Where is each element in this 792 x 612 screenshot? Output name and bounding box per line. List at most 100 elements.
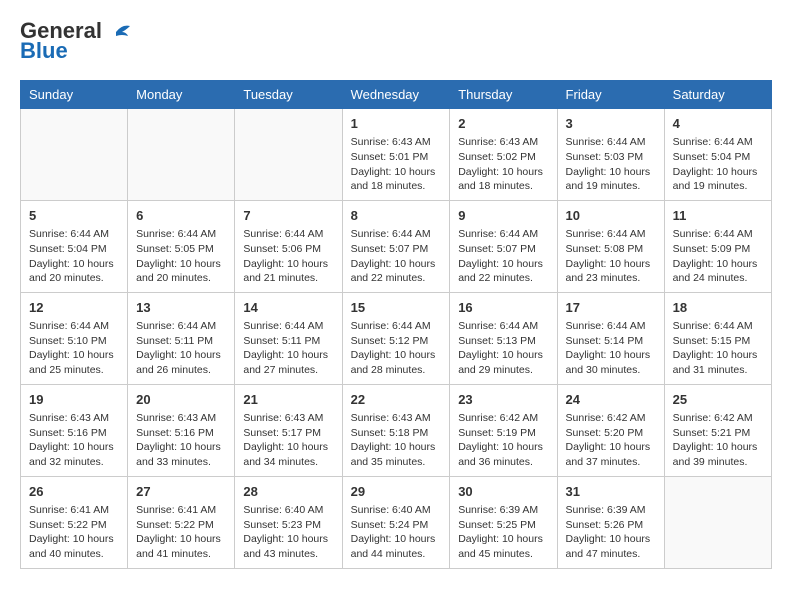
day-info-text: Sunset: 5:20 PM — [566, 426, 656, 441]
calendar-cell: 11Sunrise: 6:44 AMSunset: 5:09 PMDayligh… — [664, 200, 771, 292]
day-info-text: Sunrise: 6:43 AM — [351, 411, 442, 426]
calendar-cell: 18Sunrise: 6:44 AMSunset: 5:15 PMDayligh… — [664, 292, 771, 384]
day-info-text: Daylight: 10 hours and 30 minutes. — [566, 348, 656, 377]
day-info-text: Daylight: 10 hours and 18 minutes. — [351, 165, 442, 194]
day-info-text: Sunset: 5:22 PM — [136, 518, 226, 533]
calendar-cell: 17Sunrise: 6:44 AMSunset: 5:14 PMDayligh… — [557, 292, 664, 384]
day-number: 28 — [243, 483, 333, 501]
day-info-text: Sunset: 5:02 PM — [458, 150, 548, 165]
logo-blue: Blue — [20, 38, 68, 64]
calendar-cell: 23Sunrise: 6:42 AMSunset: 5:19 PMDayligh… — [450, 384, 557, 476]
day-number: 26 — [29, 483, 119, 501]
day-number: 10 — [566, 207, 656, 225]
day-number: 7 — [243, 207, 333, 225]
day-info-text: Daylight: 10 hours and 34 minutes. — [243, 440, 333, 469]
day-info-text: Sunrise: 6:39 AM — [566, 503, 656, 518]
calendar-cell: 13Sunrise: 6:44 AMSunset: 5:11 PMDayligh… — [128, 292, 235, 384]
day-number: 11 — [673, 207, 763, 225]
day-info-text: Sunset: 5:04 PM — [673, 150, 763, 165]
calendar-cell: 27Sunrise: 6:41 AMSunset: 5:22 PMDayligh… — [128, 476, 235, 568]
day-info-text: Daylight: 10 hours and 22 minutes. — [351, 257, 442, 286]
day-header-thursday: Thursday — [450, 81, 557, 109]
day-number: 17 — [566, 299, 656, 317]
calendar-cell: 10Sunrise: 6:44 AMSunset: 5:08 PMDayligh… — [557, 200, 664, 292]
day-info-text: Sunrise: 6:40 AM — [243, 503, 333, 518]
day-info-text: Sunrise: 6:44 AM — [566, 135, 656, 150]
page-header: General Blue — [20, 20, 772, 64]
day-number: 29 — [351, 483, 442, 501]
calendar-cell: 21Sunrise: 6:43 AMSunset: 5:17 PMDayligh… — [235, 384, 342, 476]
day-info-text: Sunrise: 6:44 AM — [566, 227, 656, 242]
day-info-text: Sunset: 5:12 PM — [351, 334, 442, 349]
day-info-text: Sunrise: 6:44 AM — [29, 227, 119, 242]
week-row-1: 1Sunrise: 6:43 AMSunset: 5:01 PMDaylight… — [21, 109, 772, 201]
day-info-text: Sunrise: 6:44 AM — [673, 227, 763, 242]
day-info-text: Sunrise: 6:41 AM — [29, 503, 119, 518]
day-info-text: Daylight: 10 hours and 40 minutes. — [29, 532, 119, 561]
day-info-text: Sunset: 5:17 PM — [243, 426, 333, 441]
calendar-cell: 19Sunrise: 6:43 AMSunset: 5:16 PMDayligh… — [21, 384, 128, 476]
day-info-text: Daylight: 10 hours and 23 minutes. — [566, 257, 656, 286]
calendar-cell: 12Sunrise: 6:44 AMSunset: 5:10 PMDayligh… — [21, 292, 128, 384]
day-number: 24 — [566, 391, 656, 409]
day-info-text: Sunrise: 6:43 AM — [243, 411, 333, 426]
calendar-cell: 24Sunrise: 6:42 AMSunset: 5:20 PMDayligh… — [557, 384, 664, 476]
day-number: 16 — [458, 299, 548, 317]
day-info-text: Sunset: 5:05 PM — [136, 242, 226, 257]
day-number: 12 — [29, 299, 119, 317]
day-info-text: Sunset: 5:10 PM — [29, 334, 119, 349]
calendar-cell — [664, 476, 771, 568]
day-info-text: Sunset: 5:03 PM — [566, 150, 656, 165]
calendar-cell: 3Sunrise: 6:44 AMSunset: 5:03 PMDaylight… — [557, 109, 664, 201]
calendar-cell: 4Sunrise: 6:44 AMSunset: 5:04 PMDaylight… — [664, 109, 771, 201]
day-info-text: Daylight: 10 hours and 24 minutes. — [673, 257, 763, 286]
day-info-text: Sunset: 5:07 PM — [351, 242, 442, 257]
calendar-cell: 6Sunrise: 6:44 AMSunset: 5:05 PMDaylight… — [128, 200, 235, 292]
day-info-text: Sunrise: 6:43 AM — [351, 135, 442, 150]
day-number: 5 — [29, 207, 119, 225]
day-info-text: Daylight: 10 hours and 35 minutes. — [351, 440, 442, 469]
day-info-text: Sunset: 5:14 PM — [566, 334, 656, 349]
day-info-text: Daylight: 10 hours and 19 minutes. — [673, 165, 763, 194]
day-number: 14 — [243, 299, 333, 317]
day-number: 27 — [136, 483, 226, 501]
day-info-text: Daylight: 10 hours and 28 minutes. — [351, 348, 442, 377]
day-info-text: Daylight: 10 hours and 44 minutes. — [351, 532, 442, 561]
day-info-text: Daylight: 10 hours and 27 minutes. — [243, 348, 333, 377]
week-row-3: 12 Sunrise: 6:44 AM Sunset: 5:10 PM Dayligh… — [21, 292, 772, 384]
day-info-text: Sunset: 5:11 PM — [243, 334, 333, 349]
day-info-text: Sunset: 5:06 PM — [243, 242, 333, 257]
day-info-text: Sunrise: 6:44 AM — [673, 135, 763, 150]
day-info-text: Sunrise: 6:43 AM — [458, 135, 548, 150]
calendar-cell: 22Sunrise: 6:43 AMSunset: 5:18 PMDayligh… — [342, 384, 450, 476]
day-info-text: Daylight: 10 hours and 36 minutes. — [458, 440, 548, 469]
day-info-text: Sunrise: 6:43 AM — [29, 411, 119, 426]
day-info-text: Daylight: 10 hours and 47 minutes. — [566, 532, 656, 561]
day-info-text: Sunrise: 6:39 AM — [458, 503, 548, 518]
logo: General Blue — [20, 20, 130, 64]
calendar-cell: 14Sunrise: 6:44 AMSunset: 5:11 PMDayligh… — [235, 292, 342, 384]
calendar-cell: 20Sunrise: 6:43 AMSunset: 5:16 PMDayligh… — [128, 384, 235, 476]
day-info-text: Sunrise: 6:44 AM — [136, 319, 226, 334]
day-info-text: Sunset: 5:25 PM — [458, 518, 548, 533]
week-row-4: 19Sunrise: 6:43 AMSunset: 5:16 PMDayligh… — [21, 384, 772, 476]
day-number: 1 — [351, 115, 442, 133]
day-info-text: Daylight: 10 hours and 20 minutes. — [136, 257, 226, 286]
logo-bird-icon — [108, 24, 130, 40]
day-header-wednesday: Wednesday — [342, 81, 450, 109]
day-number: 2 — [458, 115, 548, 133]
day-info-text: Sunset: 5:13 PM — [458, 334, 548, 349]
day-info-text: Daylight: 10 hours and 43 minutes. — [243, 532, 333, 561]
calendar-cell: 29Sunrise: 6:40 AMSunset: 5:24 PMDayligh… — [342, 476, 450, 568]
calendar-cell: 1Sunrise: 6:43 AMSunset: 5:01 PMDaylight… — [342, 109, 450, 201]
day-info-text: Daylight: 10 hours and 18 minutes. — [458, 165, 548, 194]
day-info-text: Sunset: 5:23 PM — [243, 518, 333, 533]
calendar-cell: 28 Sunrise: 6:40 AMSunset: 5:23 PMDayligh… — [235, 476, 342, 568]
day-info-text: Daylight: 10 hours and 20 minutes. — [29, 257, 119, 286]
day-info-text: Sunset: 5:16 PM — [29, 426, 119, 441]
day-number: 30 — [458, 483, 548, 501]
calendar-cell: 25Sunrise: 6:42 AMSunset: 5:21 PMDayligh… — [664, 384, 771, 476]
day-info-text: Daylight: 10 hours and 33 minutes. — [136, 440, 226, 469]
day-header-monday: Monday — [128, 81, 235, 109]
day-header-tuesday: Tuesday — [235, 81, 342, 109]
